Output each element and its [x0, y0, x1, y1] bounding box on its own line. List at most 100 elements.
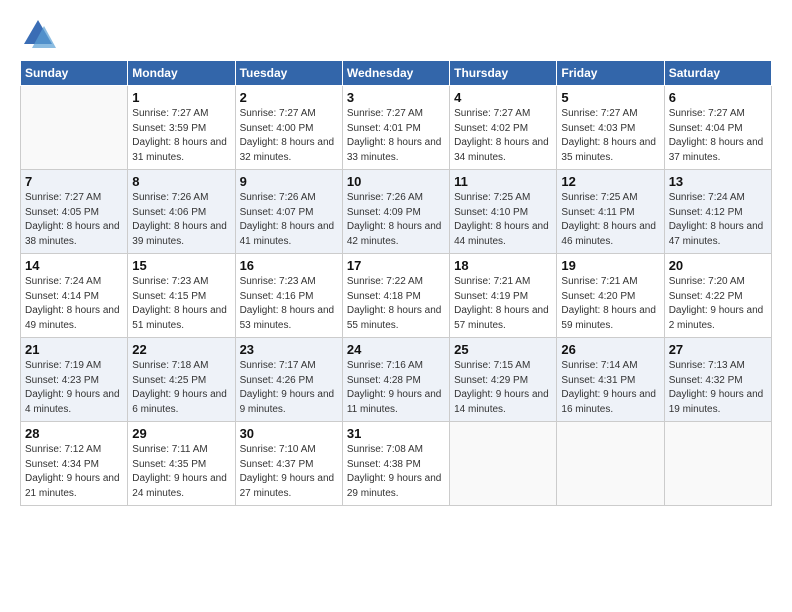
day-number: 26 [561, 342, 659, 357]
day-number: 5 [561, 90, 659, 105]
sunset-text: Sunset: 4:00 PM [240, 123, 314, 134]
daylight-text: Daylight: 8 hours and 49 minutes. [25, 305, 120, 331]
day-number: 16 [240, 258, 338, 273]
day-info: Sunrise: 7:19 AM Sunset: 4:23 PM Dayligh… [25, 359, 123, 417]
daylight-text: Daylight: 9 hours and 11 minutes. [347, 389, 442, 415]
day-info: Sunrise: 7:21 AM Sunset: 4:20 PM Dayligh… [561, 275, 659, 333]
day-number: 9 [240, 174, 338, 189]
sunrise-text: Sunrise: 7:27 AM [240, 108, 316, 119]
calendar-day-cell [21, 86, 128, 170]
daylight-text: Daylight: 8 hours and 37 minutes. [669, 137, 764, 163]
sunset-text: Sunset: 4:34 PM [25, 459, 99, 470]
day-info: Sunrise: 7:27 AM Sunset: 4:00 PM Dayligh… [240, 107, 338, 165]
calendar-week-row: 21 Sunrise: 7:19 AM Sunset: 4:23 PM Dayl… [21, 338, 772, 422]
day-number: 11 [454, 174, 552, 189]
calendar-day-cell: 26 Sunrise: 7:14 AM Sunset: 4:31 PM Dayl… [557, 338, 664, 422]
day-info: Sunrise: 7:26 AM Sunset: 4:09 PM Dayligh… [347, 191, 445, 249]
daylight-text: Daylight: 8 hours and 53 minutes. [240, 305, 335, 331]
calendar-day-cell: 23 Sunrise: 7:17 AM Sunset: 4:26 PM Dayl… [235, 338, 342, 422]
day-info: Sunrise: 7:18 AM Sunset: 4:25 PM Dayligh… [132, 359, 230, 417]
day-number: 20 [669, 258, 767, 273]
sunrise-text: Sunrise: 7:26 AM [347, 192, 423, 203]
sunrise-text: Sunrise: 7:19 AM [25, 360, 101, 371]
sunrise-text: Sunrise: 7:21 AM [454, 276, 530, 287]
sunrise-text: Sunrise: 7:13 AM [669, 360, 745, 371]
weekday-header: Tuesday [235, 61, 342, 86]
day-number: 7 [25, 174, 123, 189]
day-info: Sunrise: 7:26 AM Sunset: 4:07 PM Dayligh… [240, 191, 338, 249]
calendar-day-cell: 7 Sunrise: 7:27 AM Sunset: 4:05 PM Dayli… [21, 170, 128, 254]
sunrise-text: Sunrise: 7:16 AM [347, 360, 423, 371]
day-number: 19 [561, 258, 659, 273]
day-info: Sunrise: 7:16 AM Sunset: 4:28 PM Dayligh… [347, 359, 445, 417]
sunset-text: Sunset: 4:32 PM [669, 375, 743, 386]
sunrise-text: Sunrise: 7:18 AM [132, 360, 208, 371]
daylight-text: Daylight: 8 hours and 32 minutes. [240, 137, 335, 163]
calendar-day-cell [450, 422, 557, 506]
sunset-text: Sunset: 4:25 PM [132, 375, 206, 386]
calendar-week-row: 28 Sunrise: 7:12 AM Sunset: 4:34 PM Dayl… [21, 422, 772, 506]
sunset-text: Sunset: 4:37 PM [240, 459, 314, 470]
day-number: 6 [669, 90, 767, 105]
day-number: 10 [347, 174, 445, 189]
day-number: 29 [132, 426, 230, 441]
calendar-day-cell: 3 Sunrise: 7:27 AM Sunset: 4:01 PM Dayli… [342, 86, 449, 170]
calendar-day-cell: 28 Sunrise: 7:12 AM Sunset: 4:34 PM Dayl… [21, 422, 128, 506]
daylight-text: Daylight: 9 hours and 6 minutes. [132, 389, 227, 415]
weekday-header: Monday [128, 61, 235, 86]
daylight-text: Daylight: 8 hours and 38 minutes. [25, 221, 120, 247]
calendar-day-cell: 24 Sunrise: 7:16 AM Sunset: 4:28 PM Dayl… [342, 338, 449, 422]
day-number: 15 [132, 258, 230, 273]
sunrise-text: Sunrise: 7:24 AM [25, 276, 101, 287]
sunrise-text: Sunrise: 7:21 AM [561, 276, 637, 287]
day-info: Sunrise: 7:08 AM Sunset: 4:38 PM Dayligh… [347, 443, 445, 501]
sunrise-text: Sunrise: 7:27 AM [561, 108, 637, 119]
calendar-day-cell: 14 Sunrise: 7:24 AM Sunset: 4:14 PM Dayl… [21, 254, 128, 338]
sunset-text: Sunset: 4:01 PM [347, 123, 421, 134]
day-number: 4 [454, 90, 552, 105]
daylight-text: Daylight: 8 hours and 51 minutes. [132, 305, 227, 331]
calendar-day-cell: 21 Sunrise: 7:19 AM Sunset: 4:23 PM Dayl… [21, 338, 128, 422]
daylight-text: Daylight: 8 hours and 59 minutes. [561, 305, 656, 331]
day-number: 12 [561, 174, 659, 189]
calendar-day-cell: 11 Sunrise: 7:25 AM Sunset: 4:10 PM Dayl… [450, 170, 557, 254]
weekday-header: Wednesday [342, 61, 449, 86]
sunrise-text: Sunrise: 7:11 AM [132, 444, 207, 455]
daylight-text: Daylight: 9 hours and 19 minutes. [669, 389, 764, 415]
day-number: 27 [669, 342, 767, 357]
day-number: 2 [240, 90, 338, 105]
daylight-text: Daylight: 9 hours and 4 minutes. [25, 389, 120, 415]
day-number: 14 [25, 258, 123, 273]
day-info: Sunrise: 7:17 AM Sunset: 4:26 PM Dayligh… [240, 359, 338, 417]
day-number: 25 [454, 342, 552, 357]
sunrise-text: Sunrise: 7:12 AM [25, 444, 101, 455]
day-info: Sunrise: 7:20 AM Sunset: 4:22 PM Dayligh… [669, 275, 767, 333]
day-number: 13 [669, 174, 767, 189]
header [20, 16, 772, 52]
daylight-text: Daylight: 9 hours and 2 minutes. [669, 305, 764, 331]
sunset-text: Sunset: 4:06 PM [132, 207, 206, 218]
sunrise-text: Sunrise: 7:27 AM [454, 108, 530, 119]
calendar-day-cell [557, 422, 664, 506]
day-info: Sunrise: 7:27 AM Sunset: 4:03 PM Dayligh… [561, 107, 659, 165]
calendar-day-cell: 6 Sunrise: 7:27 AM Sunset: 4:04 PM Dayli… [664, 86, 771, 170]
calendar-day-cell: 22 Sunrise: 7:18 AM Sunset: 4:25 PM Dayl… [128, 338, 235, 422]
calendar-day-cell: 8 Sunrise: 7:26 AM Sunset: 4:06 PM Dayli… [128, 170, 235, 254]
calendar-day-cell: 20 Sunrise: 7:20 AM Sunset: 4:22 PM Dayl… [664, 254, 771, 338]
calendar-week-row: 7 Sunrise: 7:27 AM Sunset: 4:05 PM Dayli… [21, 170, 772, 254]
calendar-day-cell: 12 Sunrise: 7:25 AM Sunset: 4:11 PM Dayl… [557, 170, 664, 254]
day-number: 21 [25, 342, 123, 357]
day-info: Sunrise: 7:27 AM Sunset: 4:04 PM Dayligh… [669, 107, 767, 165]
daylight-text: Daylight: 8 hours and 57 minutes. [454, 305, 549, 331]
sunset-text: Sunset: 4:20 PM [561, 291, 635, 302]
sunset-text: Sunset: 4:19 PM [454, 291, 528, 302]
day-number: 18 [454, 258, 552, 273]
sunset-text: Sunset: 4:29 PM [454, 375, 528, 386]
weekday-header: Saturday [664, 61, 771, 86]
day-info: Sunrise: 7:21 AM Sunset: 4:19 PM Dayligh… [454, 275, 552, 333]
calendar-day-cell: 29 Sunrise: 7:11 AM Sunset: 4:35 PM Dayl… [128, 422, 235, 506]
sunset-text: Sunset: 4:04 PM [669, 123, 743, 134]
day-info: Sunrise: 7:26 AM Sunset: 4:06 PM Dayligh… [132, 191, 230, 249]
sunset-text: Sunset: 4:10 PM [454, 207, 528, 218]
daylight-text: Daylight: 8 hours and 47 minutes. [669, 221, 764, 247]
